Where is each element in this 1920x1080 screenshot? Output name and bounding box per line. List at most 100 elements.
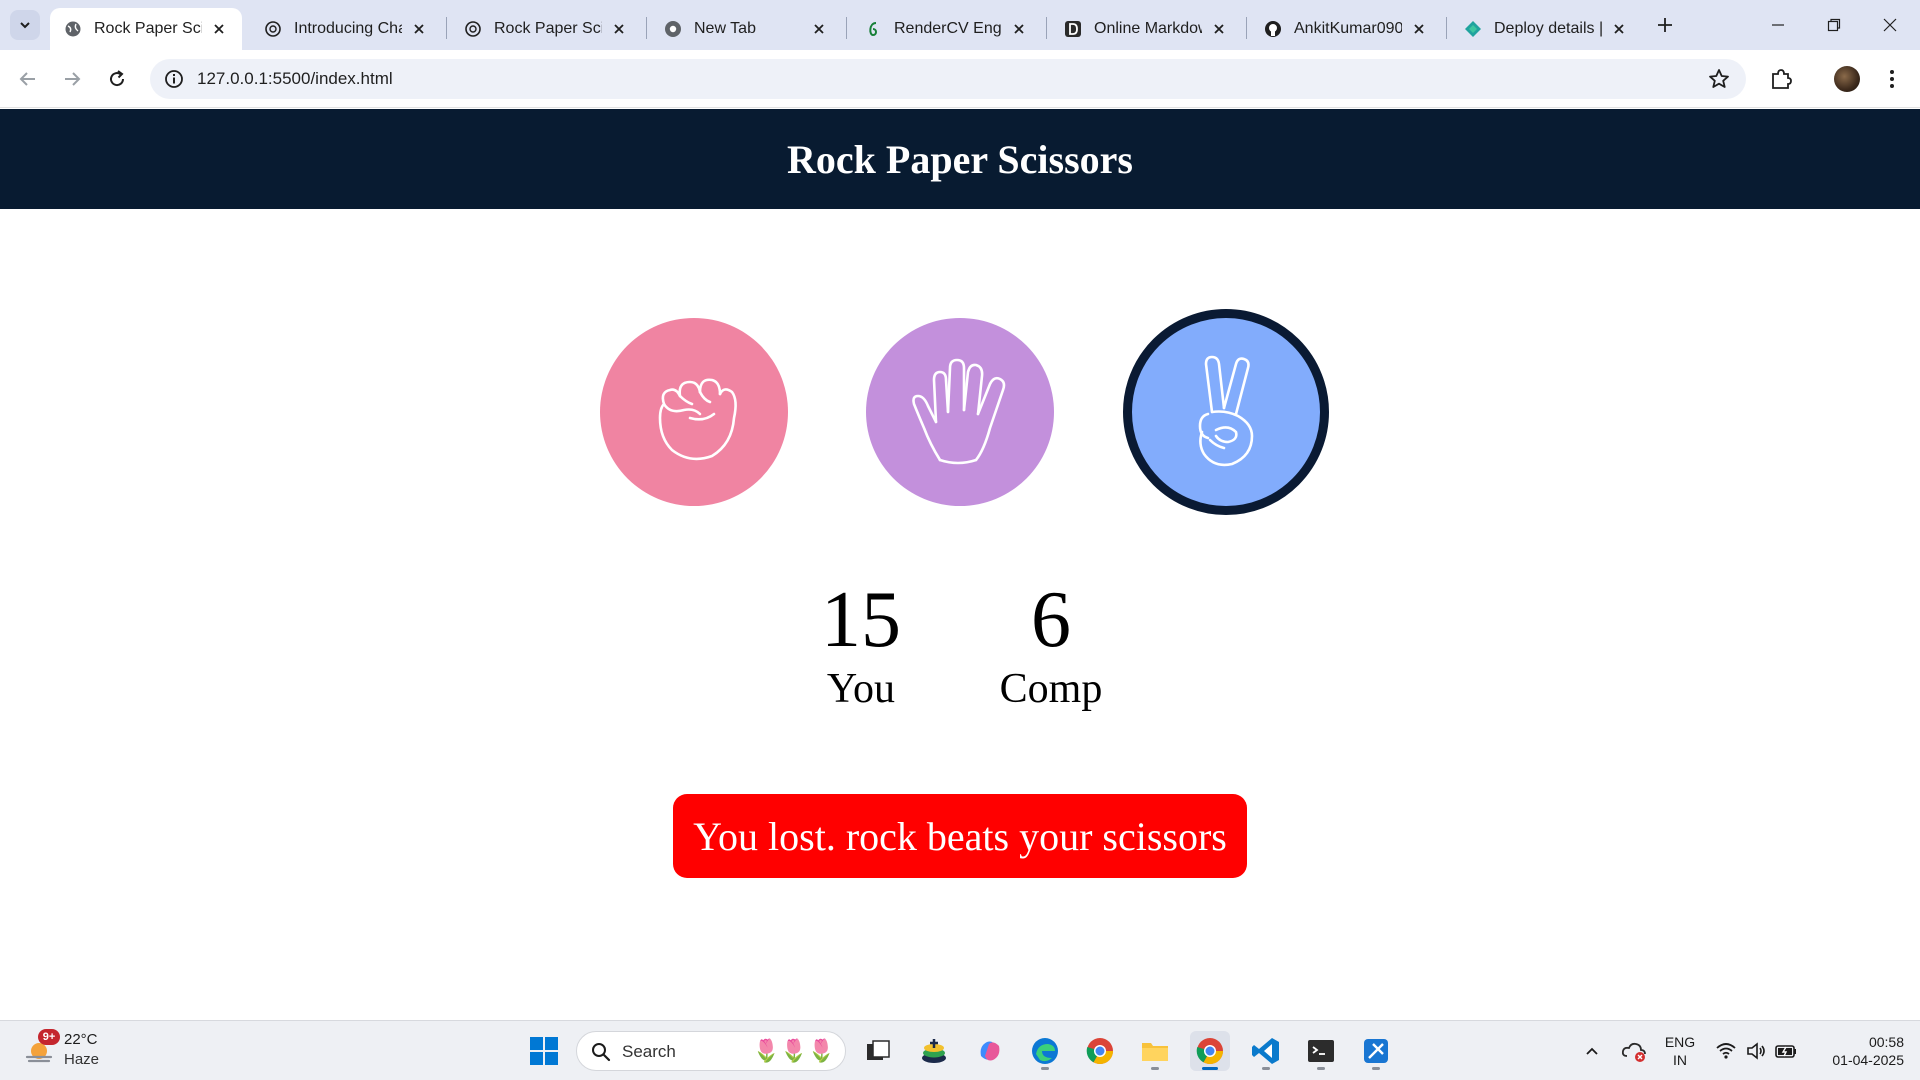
- reload-button[interactable]: [101, 63, 133, 95]
- puzzle-icon: [1772, 69, 1792, 89]
- plus-icon: [1658, 18, 1672, 32]
- paper-choice[interactable]: [866, 318, 1054, 506]
- taskbar-snipping-tool[interactable]: [1356, 1031, 1396, 1071]
- running-indicator: [1041, 1067, 1049, 1070]
- tab-separator: [1246, 17, 1247, 39]
- url-text[interactable]: 127.0.0.1:5500/index.html: [197, 69, 393, 89]
- kebab-menu-icon: [1890, 70, 1894, 88]
- chevron-up-icon: [1586, 1047, 1598, 1055]
- arrow-right-icon: [65, 72, 81, 86]
- close-icon[interactable]: [1410, 20, 1428, 38]
- comp-score: 6 Comp: [990, 580, 1112, 712]
- comp-score-value: 6: [1031, 576, 1071, 664]
- windows-logo-icon: [530, 1037, 558, 1065]
- page-title: Rock Paper Scissors: [787, 136, 1133, 182]
- tab-separator: [446, 17, 447, 39]
- close-icon[interactable]: [1610, 20, 1628, 38]
- tab-github[interactable]: AnkitKumar0907: [1250, 8, 1442, 50]
- start-button[interactable]: [524, 1031, 564, 1071]
- battery-charging-icon: [1775, 1045, 1796, 1058]
- scissors-choice[interactable]: [1123, 309, 1329, 515]
- taskbar-search[interactable]: Search 🌷🌷🌷: [576, 1031, 846, 1071]
- taskbar-vscode[interactable]: [1246, 1031, 1286, 1071]
- minimize-button[interactable]: [1758, 10, 1798, 40]
- minimize-icon: [1772, 24, 1784, 26]
- tab-online-markdown[interactable]: Online Markdow: [1050, 8, 1242, 50]
- tab-new-tab[interactable]: New Tab: [650, 8, 842, 50]
- rock-choice[interactable]: [600, 318, 788, 506]
- running-indicator: [1262, 1067, 1270, 1070]
- clock-date: 01-04-2025: [1832, 1052, 1904, 1068]
- task-view-button[interactable]: [858, 1031, 898, 1071]
- running-indicator: [1372, 1067, 1380, 1070]
- close-icon[interactable]: [1210, 20, 1228, 38]
- terminal-icon: [1308, 1040, 1334, 1062]
- address-bar[interactable]: 127.0.0.1:5500/index.html: [150, 59, 1746, 99]
- notification-badge: 9+: [38, 1029, 60, 1045]
- chrome-icon: [664, 20, 682, 38]
- battery-status[interactable]: [1766, 1031, 1806, 1071]
- restore-button[interactable]: [1814, 10, 1854, 40]
- onedrive-status[interactable]: [1614, 1031, 1654, 1071]
- volume-icon: [1747, 1042, 1765, 1060]
- forward-button[interactable]: [56, 63, 88, 95]
- running-indicator: [1317, 1067, 1325, 1070]
- clock[interactable]: 00:58 01-04-2025: [1810, 1033, 1904, 1069]
- user-score: 15 You: [800, 580, 922, 712]
- close-icon[interactable]: [410, 20, 428, 38]
- tab-separator: [646, 17, 647, 39]
- avatar: [1834, 66, 1860, 92]
- close-window-button[interactable]: [1870, 10, 1910, 40]
- weather-temp: 22°C: [64, 1031, 98, 1048]
- tab-rendercv[interactable]: RenderCV Engine: [850, 8, 1042, 50]
- tab-separator: [846, 17, 847, 39]
- restore-icon: [1827, 18, 1841, 32]
- arrow-left-icon: [19, 72, 35, 86]
- openai-icon: [264, 20, 282, 38]
- tab-introducing-chat[interactable]: Introducing Chat: [250, 8, 442, 50]
- taskbar-edge[interactable]: [1025, 1031, 1065, 1071]
- tab-deploy-details[interactable]: Deploy details | N: [1450, 8, 1642, 50]
- github-icon: [1264, 20, 1282, 38]
- user-score-label: You: [826, 666, 896, 712]
- tab-title: New Tab: [694, 20, 756, 37]
- close-icon[interactable]: [610, 20, 628, 38]
- copilot-icon: [980, 1041, 1000, 1061]
- tab-search-button[interactable]: [10, 10, 40, 40]
- tab-strip: Rock Paper Sciss Introducing Chat Rock P…: [0, 0, 1920, 50]
- edge-icon: [1032, 1038, 1058, 1064]
- tab-title: Introducing Chat: [294, 20, 402, 37]
- new-tab-button[interactable]: [1652, 12, 1678, 38]
- close-icon[interactable]: [810, 20, 828, 38]
- profile-button[interactable]: [1831, 63, 1863, 95]
- taskbar-chrome[interactable]: [1080, 1031, 1120, 1071]
- close-icon[interactable]: [1010, 20, 1028, 38]
- site-info-icon[interactable]: [164, 69, 184, 89]
- tab-separator: [1046, 17, 1047, 39]
- show-hidden-icons-button[interactable]: [1572, 1031, 1612, 1071]
- chrome-icon: [1196, 1038, 1224, 1065]
- taskbar-file-explorer[interactable]: [1135, 1031, 1175, 1071]
- tab-title: Rock Paper Sciss: [94, 20, 202, 37]
- wifi-icon: [1716, 1043, 1736, 1059]
- taskbar: 9+ 22°C Haze Search 🌷🌷🌷 ENG IN 00:58 01-…: [0, 1020, 1920, 1080]
- taskbar-app-stack[interactable]: [914, 1031, 954, 1071]
- fist-icon: [658, 378, 737, 461]
- language-indicator[interactable]: ENG IN: [1660, 1033, 1700, 1069]
- result-message: You lost. rock beats your scissors: [673, 794, 1247, 878]
- extensions-button[interactable]: [1765, 63, 1797, 95]
- taskbar-terminal[interactable]: [1301, 1031, 1341, 1071]
- dillinger-icon: [1064, 20, 1082, 38]
- back-button[interactable]: [12, 63, 44, 95]
- taskbar-chrome-active[interactable]: [1190, 1031, 1230, 1071]
- weather-description: Haze: [64, 1051, 100, 1068]
- menu-button[interactable]: [1876, 63, 1908, 95]
- bookmark-star-icon[interactable]: [1708, 68, 1730, 90]
- folder-icon: [1142, 1043, 1168, 1061]
- tab-rock-paper-scissors-2[interactable]: Rock Paper Sciss: [450, 8, 642, 50]
- weather-widget[interactable]: 9+ 22°C Haze: [20, 1029, 140, 1073]
- taskbar-copilot[interactable]: [970, 1031, 1010, 1071]
- close-icon[interactable]: [210, 20, 228, 38]
- tab-rock-paper-scissors-active[interactable]: Rock Paper Sciss: [50, 8, 242, 50]
- reload-icon: [110, 70, 125, 87]
